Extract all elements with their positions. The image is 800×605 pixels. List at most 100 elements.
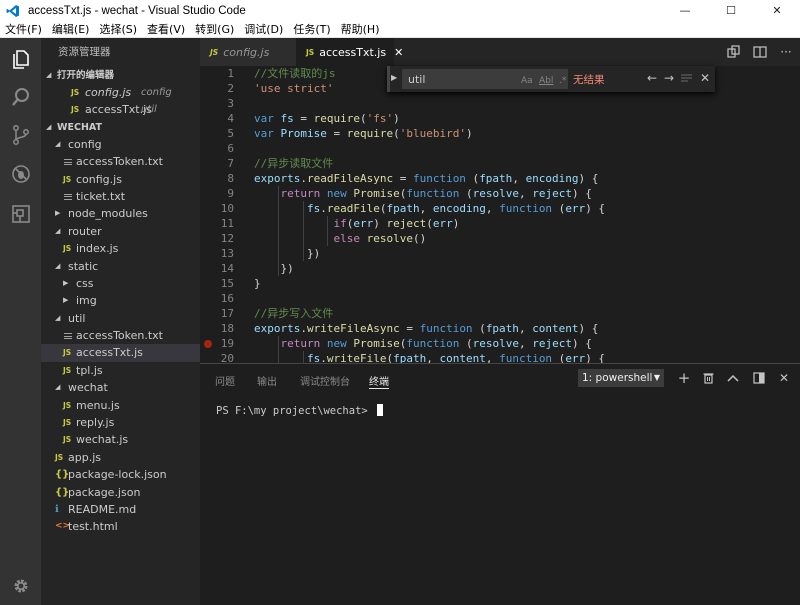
indent-guide [303, 351, 304, 363]
code-line[interactable]: 6 [200, 141, 800, 156]
tree-file[interactable]: JS accessTxt.js [41, 344, 200, 362]
terminal-prompt[interactable]: PS F:\my project\wechat> [216, 404, 384, 417]
code-line[interactable]: 16 [200, 291, 800, 306]
find-input-value: util [408, 73, 426, 86]
code-line[interactable]: 5 var Promise = require('bluebird') [200, 126, 800, 141]
tree-file[interactable]: JS wechat.js [41, 431, 200, 448]
tree-file[interactable]: ℹ README.md [41, 501, 200, 518]
previous-match-icon[interactable]: ← [644, 70, 660, 86]
maximize-button[interactable]: ☐ [708, 0, 754, 21]
code-line[interactable]: 3 [200, 96, 800, 111]
tab-accesstxt-js[interactable]: JS accessTxt.js ✕ [296, 38, 403, 66]
new-terminal-icon[interactable]: + [676, 369, 692, 387]
code-token: readFileAsync [306, 172, 394, 185]
code-text: fs.readFile(fpath, encoding, function (e… [254, 201, 605, 216]
tree-file[interactable]: JS reply.js [41, 414, 200, 431]
tree-file[interactable]: accessToken.txt [41, 327, 200, 344]
tab-config-js[interactable]: JS config.js [200, 38, 296, 66]
code-line[interactable]: 10 fs.readFile (fpath, encoding, function… [200, 201, 800, 216]
tree-file[interactable]: {} package-lock.json [41, 466, 200, 483]
find-input[interactable]: util Aa Abl .* [402, 69, 568, 89]
tree-folder[interactable]: ▶ img [41, 292, 200, 309]
menu-help[interactable]: 帮助(H) [336, 21, 385, 37]
tree-file[interactable]: JS app.js [41, 449, 200, 466]
open-editors-header[interactable]: ◢ 打开的编辑器 [41, 67, 200, 84]
regex-icon[interactable]: .* [559, 76, 566, 86]
toggle-panel-position-icon[interactable] [751, 370, 767, 386]
search-icon[interactable] [0, 78, 41, 116]
code-line[interactable]: 12 else resolve() [200, 231, 800, 246]
files-icon[interactable] [0, 40, 41, 78]
tab-terminal[interactable]: 终端 [369, 373, 389, 389]
code-token: . [300, 322, 307, 335]
tree-folder[interactable]: ◢ wechat [41, 379, 200, 396]
tree-folder[interactable]: ◢ util [41, 310, 200, 327]
close-panel-icon[interactable]: ✕ [776, 370, 792, 386]
find-in-selection-icon[interactable] [678, 70, 694, 86]
menu-debug[interactable]: 调试(D) [239, 21, 288, 37]
code-line[interactable]: 9 return new Promise(function (resolve, … [200, 186, 800, 201]
close-tab-icon[interactable]: ✕ [394, 46, 403, 59]
close-window-button[interactable]: ✕ [754, 0, 800, 21]
code-line[interactable]: 7 //异步读取文件 [200, 156, 800, 171]
code-editor[interactable]: 1 //文件读取的js 2 'use strict' 3 4 var fs = requir… [200, 66, 800, 363]
split-editor-icon[interactable] [752, 44, 768, 60]
code-line[interactable]: 11 if(err) reject(err) [200, 216, 800, 231]
tree-file[interactable]: ticket.txt [41, 188, 200, 205]
toggle-replace-icon[interactable]: ▶ [391, 73, 397, 82]
more-actions-icon[interactable]: ··· [778, 44, 794, 60]
maximize-panel-icon[interactable] [725, 370, 741, 386]
tree-file[interactable]: {} package.json [41, 484, 200, 501]
code-line[interactable]: 18 exports.writeFileAsync = function (fpa… [200, 321, 800, 336]
next-match-icon[interactable]: → [661, 70, 677, 86]
tree-file[interactable]: JS tpl.js [41, 362, 200, 379]
tree-file[interactable]: JS config.js [41, 171, 200, 188]
code-line[interactable]: 8 exports.readFileAsync = function (fpath… [200, 171, 800, 186]
open-changes-icon[interactable] [726, 44, 742, 60]
tree-folder[interactable]: ▶ css [41, 275, 200, 292]
open-editor-item[interactable]: JS accessTxt.js util [41, 101, 200, 118]
tab-output[interactable]: 输出 [257, 373, 277, 388]
line-number: 10 [220, 202, 234, 215]
open-editor-item[interactable]: JS config.js config [41, 84, 200, 101]
menu-edit[interactable]: 编辑(E) [47, 21, 95, 37]
code-token: resolve [366, 232, 413, 245]
menu-selection[interactable]: 选择(S) [94, 21, 142, 37]
source-control-icon[interactable] [0, 116, 41, 154]
tree-folder[interactable]: ◢ config [41, 136, 200, 153]
tree-file[interactable]: JS menu.js [41, 397, 200, 414]
code-token: fs [280, 112, 294, 125]
extensions-icon[interactable] [0, 195, 41, 233]
code-line[interactable]: 4 var fs = require('fs') [200, 111, 800, 126]
code-token: , [518, 322, 533, 335]
minimize-button[interactable]: — [662, 0, 708, 21]
code-line[interactable]: 17 //异步写入文件 [200, 306, 800, 321]
tree-folder[interactable]: ◢ static [41, 258, 200, 275]
whole-word-icon[interactable]: Abl [539, 76, 553, 86]
menu-file[interactable]: 文件(F) [0, 21, 47, 37]
code-line[interactable]: 20 fs.writeFile (fpath, content, function… [200, 351, 800, 363]
debug-icon[interactable] [0, 155, 41, 193]
tab-problems[interactable]: 问题 [215, 373, 235, 388]
match-case-icon[interactable]: Aa [521, 76, 533, 86]
menu-tasks[interactable]: 任务(T) [288, 21, 335, 37]
code-line[interactable]: 13 }) [200, 246, 800, 261]
tree-file[interactable]: <> test.html [41, 518, 200, 535]
tree-folder[interactable]: ▶ node_modules [41, 205, 200, 222]
code-line[interactable]: 19 return new Promise(function (resolve,… [200, 336, 800, 351]
terminal-selector[interactable]: 1: powershell ▼ [578, 369, 664, 387]
code-token: ( [359, 112, 367, 125]
tree-file[interactable]: JS index.js [41, 240, 200, 257]
menu-go[interactable]: 转到(G) [190, 21, 239, 37]
code-token: , [419, 202, 433, 215]
menu-view[interactable]: 查看(V) [142, 21, 190, 37]
project-section-header[interactable]: ◢ WECHAT [41, 119, 200, 136]
code-line[interactable]: 14 }) [200, 261, 800, 276]
kill-terminal-icon[interactable] [700, 370, 716, 386]
code-line[interactable]: 15} [200, 276, 800, 291]
close-find-icon[interactable]: ✕ [697, 70, 713, 86]
settings-gear-icon[interactable] [0, 567, 41, 605]
tree-folder[interactable]: ◢ router [41, 223, 200, 240]
tab-debug-console[interactable]: 调试控制台 [300, 373, 350, 388]
tree-file[interactable]: accessToken.txt [41, 153, 200, 170]
